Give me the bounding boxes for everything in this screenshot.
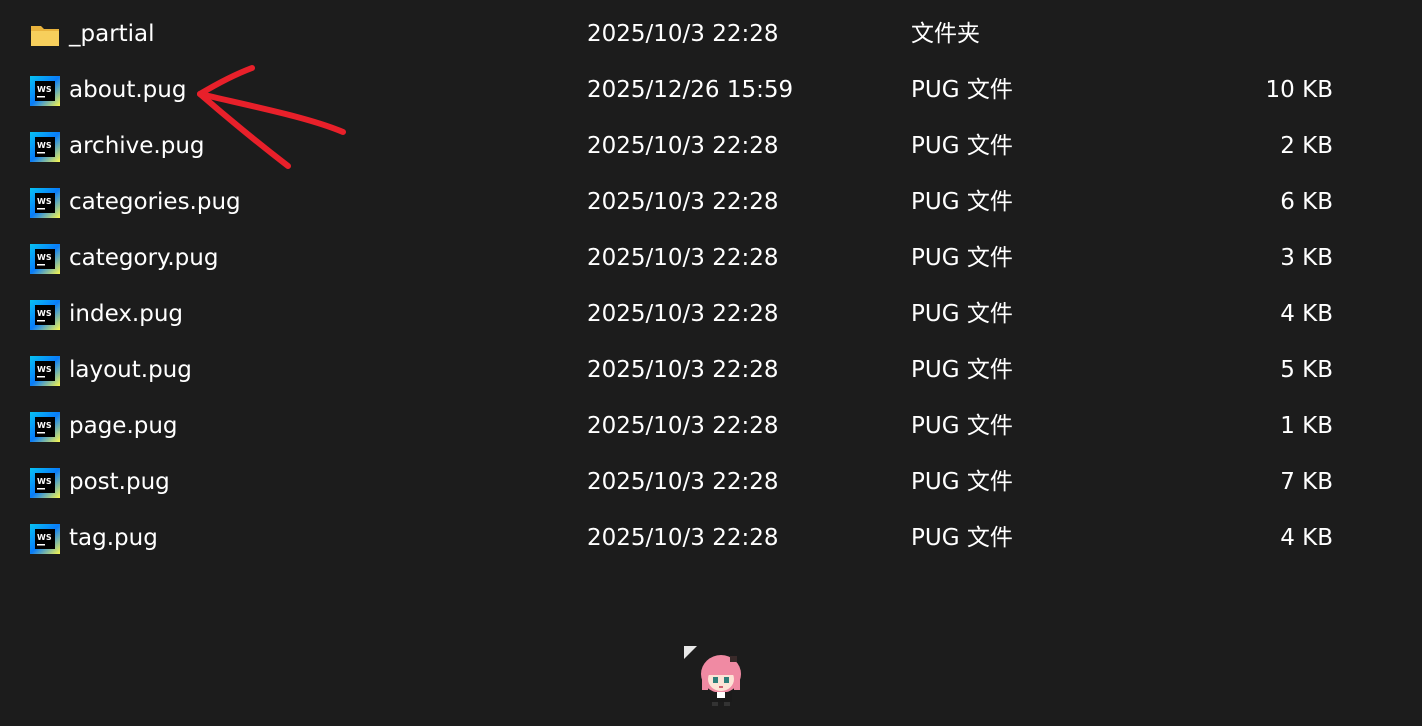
webstorm-file-icon: WS (30, 188, 60, 218)
file-type: PUG 文件 (911, 133, 1013, 159)
file-row-post[interactable]: WS post.pug 2025/10/3 22:28 PUG 文件 7 KB (0, 454, 1422, 510)
file-size: 10 KB (1265, 77, 1333, 103)
svg-text:WS: WS (37, 197, 52, 206)
file-size: 4 KB (1280, 301, 1333, 327)
file-name: layout.pug (69, 357, 192, 383)
file-modified-date: 2025/10/3 22:28 (587, 189, 779, 215)
file-size: 4 KB (1280, 525, 1333, 551)
file-name: archive.pug (69, 133, 205, 159)
file-modified-date: 2025/10/3 22:28 (587, 21, 779, 47)
file-modified-date: 2025/10/3 22:28 (587, 525, 779, 551)
file-modified-date: 2025/10/3 22:28 (587, 133, 779, 159)
file-name: page.pug (69, 413, 178, 439)
file-row-index[interactable]: WS index.pug 2025/10/3 22:28 PUG 文件 4 KB (0, 286, 1422, 342)
file-modified-date: 2025/10/3 22:28 (587, 301, 779, 327)
file-row-about[interactable]: WS about.pug 2025/12/26 15:59 PUG 文件 10 … (0, 62, 1422, 118)
file-name: tag.pug (69, 525, 158, 551)
webstorm-file-icon: WS (30, 412, 60, 442)
file-type: PUG 文件 (911, 189, 1013, 215)
file-type: PUG 文件 (911, 413, 1013, 439)
file-size: 3 KB (1280, 245, 1333, 271)
file-name: about.pug (69, 77, 187, 103)
file-type: PUG 文件 (911, 525, 1013, 551)
file-modified-date: 2025/10/3 22:28 (587, 413, 779, 439)
file-size: 1 KB (1280, 413, 1333, 439)
file-name: categories.pug (69, 189, 241, 215)
file-size: 2 KB (1280, 133, 1333, 159)
file-modified-date: 2025/10/3 22:28 (587, 357, 779, 383)
svg-text:WS: WS (37, 477, 52, 486)
svg-text:WS: WS (37, 365, 52, 374)
file-name: index.pug (69, 301, 184, 327)
svg-text:WS: WS (37, 533, 52, 542)
file-type: PUG 文件 (911, 77, 1013, 103)
file-row-page[interactable]: WS page.pug 2025/10/3 22:28 PUG 文件 1 KB (0, 398, 1422, 454)
svg-text:WS: WS (37, 309, 52, 318)
file-type: PUG 文件 (911, 301, 1013, 327)
webstorm-file-icon: WS (30, 244, 60, 274)
svg-text:WS: WS (37, 85, 52, 94)
file-row-archive[interactable]: WS archive.pug 2025/10/3 22:28 PUG 文件 2 … (0, 118, 1422, 174)
svg-text:WS: WS (37, 141, 52, 150)
webstorm-file-icon: WS (30, 76, 60, 106)
file-modified-date: 2025/12/26 15:59 (587, 77, 794, 103)
webstorm-file-icon: WS (30, 524, 60, 554)
file-size: 5 KB (1280, 357, 1333, 383)
file-modified-date: 2025/10/3 22:28 (587, 469, 779, 495)
cursor-icon (684, 646, 697, 659)
file-row-layout[interactable]: WS layout.pug 2025/10/3 22:28 PUG 文件 5 K… (0, 342, 1422, 398)
file-type: 文件夹 (911, 21, 980, 47)
file-name: post.pug (69, 469, 170, 495)
svg-text:WS: WS (37, 421, 52, 430)
webstorm-file-icon: WS (30, 300, 60, 330)
file-row-category[interactable]: WS category.pug 2025/10/3 22:28 PUG 文件 3… (0, 230, 1422, 286)
file-row-tag[interactable]: WS tag.pug 2025/10/3 22:28 PUG 文件 4 KB (0, 510, 1422, 566)
file-type: PUG 文件 (911, 245, 1013, 271)
file-size: 6 KB (1280, 189, 1333, 215)
file-row-categories[interactable]: WS categories.pug 2025/10/3 22:28 PUG 文件… (0, 174, 1422, 230)
file-list: _partial 2025/10/3 22:28 文件夹 WS about.pu… (0, 6, 1422, 566)
file-modified-date: 2025/10/3 22:28 (587, 245, 779, 271)
webstorm-file-icon: WS (30, 132, 60, 162)
file-name: _partial (69, 21, 155, 47)
file-size: 7 KB (1280, 469, 1333, 495)
file-name: category.pug (69, 245, 219, 271)
webstorm-file-icon: WS (30, 356, 60, 386)
file-type: PUG 文件 (911, 469, 1013, 495)
file-row-partial[interactable]: _partial 2025/10/3 22:28 文件夹 (0, 6, 1422, 62)
anime-mascot-icon (701, 655, 741, 706)
folder-icon (30, 20, 60, 50)
webstorm-file-icon: WS (30, 468, 60, 498)
svg-text:WS: WS (37, 253, 52, 262)
file-type: PUG 文件 (911, 357, 1013, 383)
